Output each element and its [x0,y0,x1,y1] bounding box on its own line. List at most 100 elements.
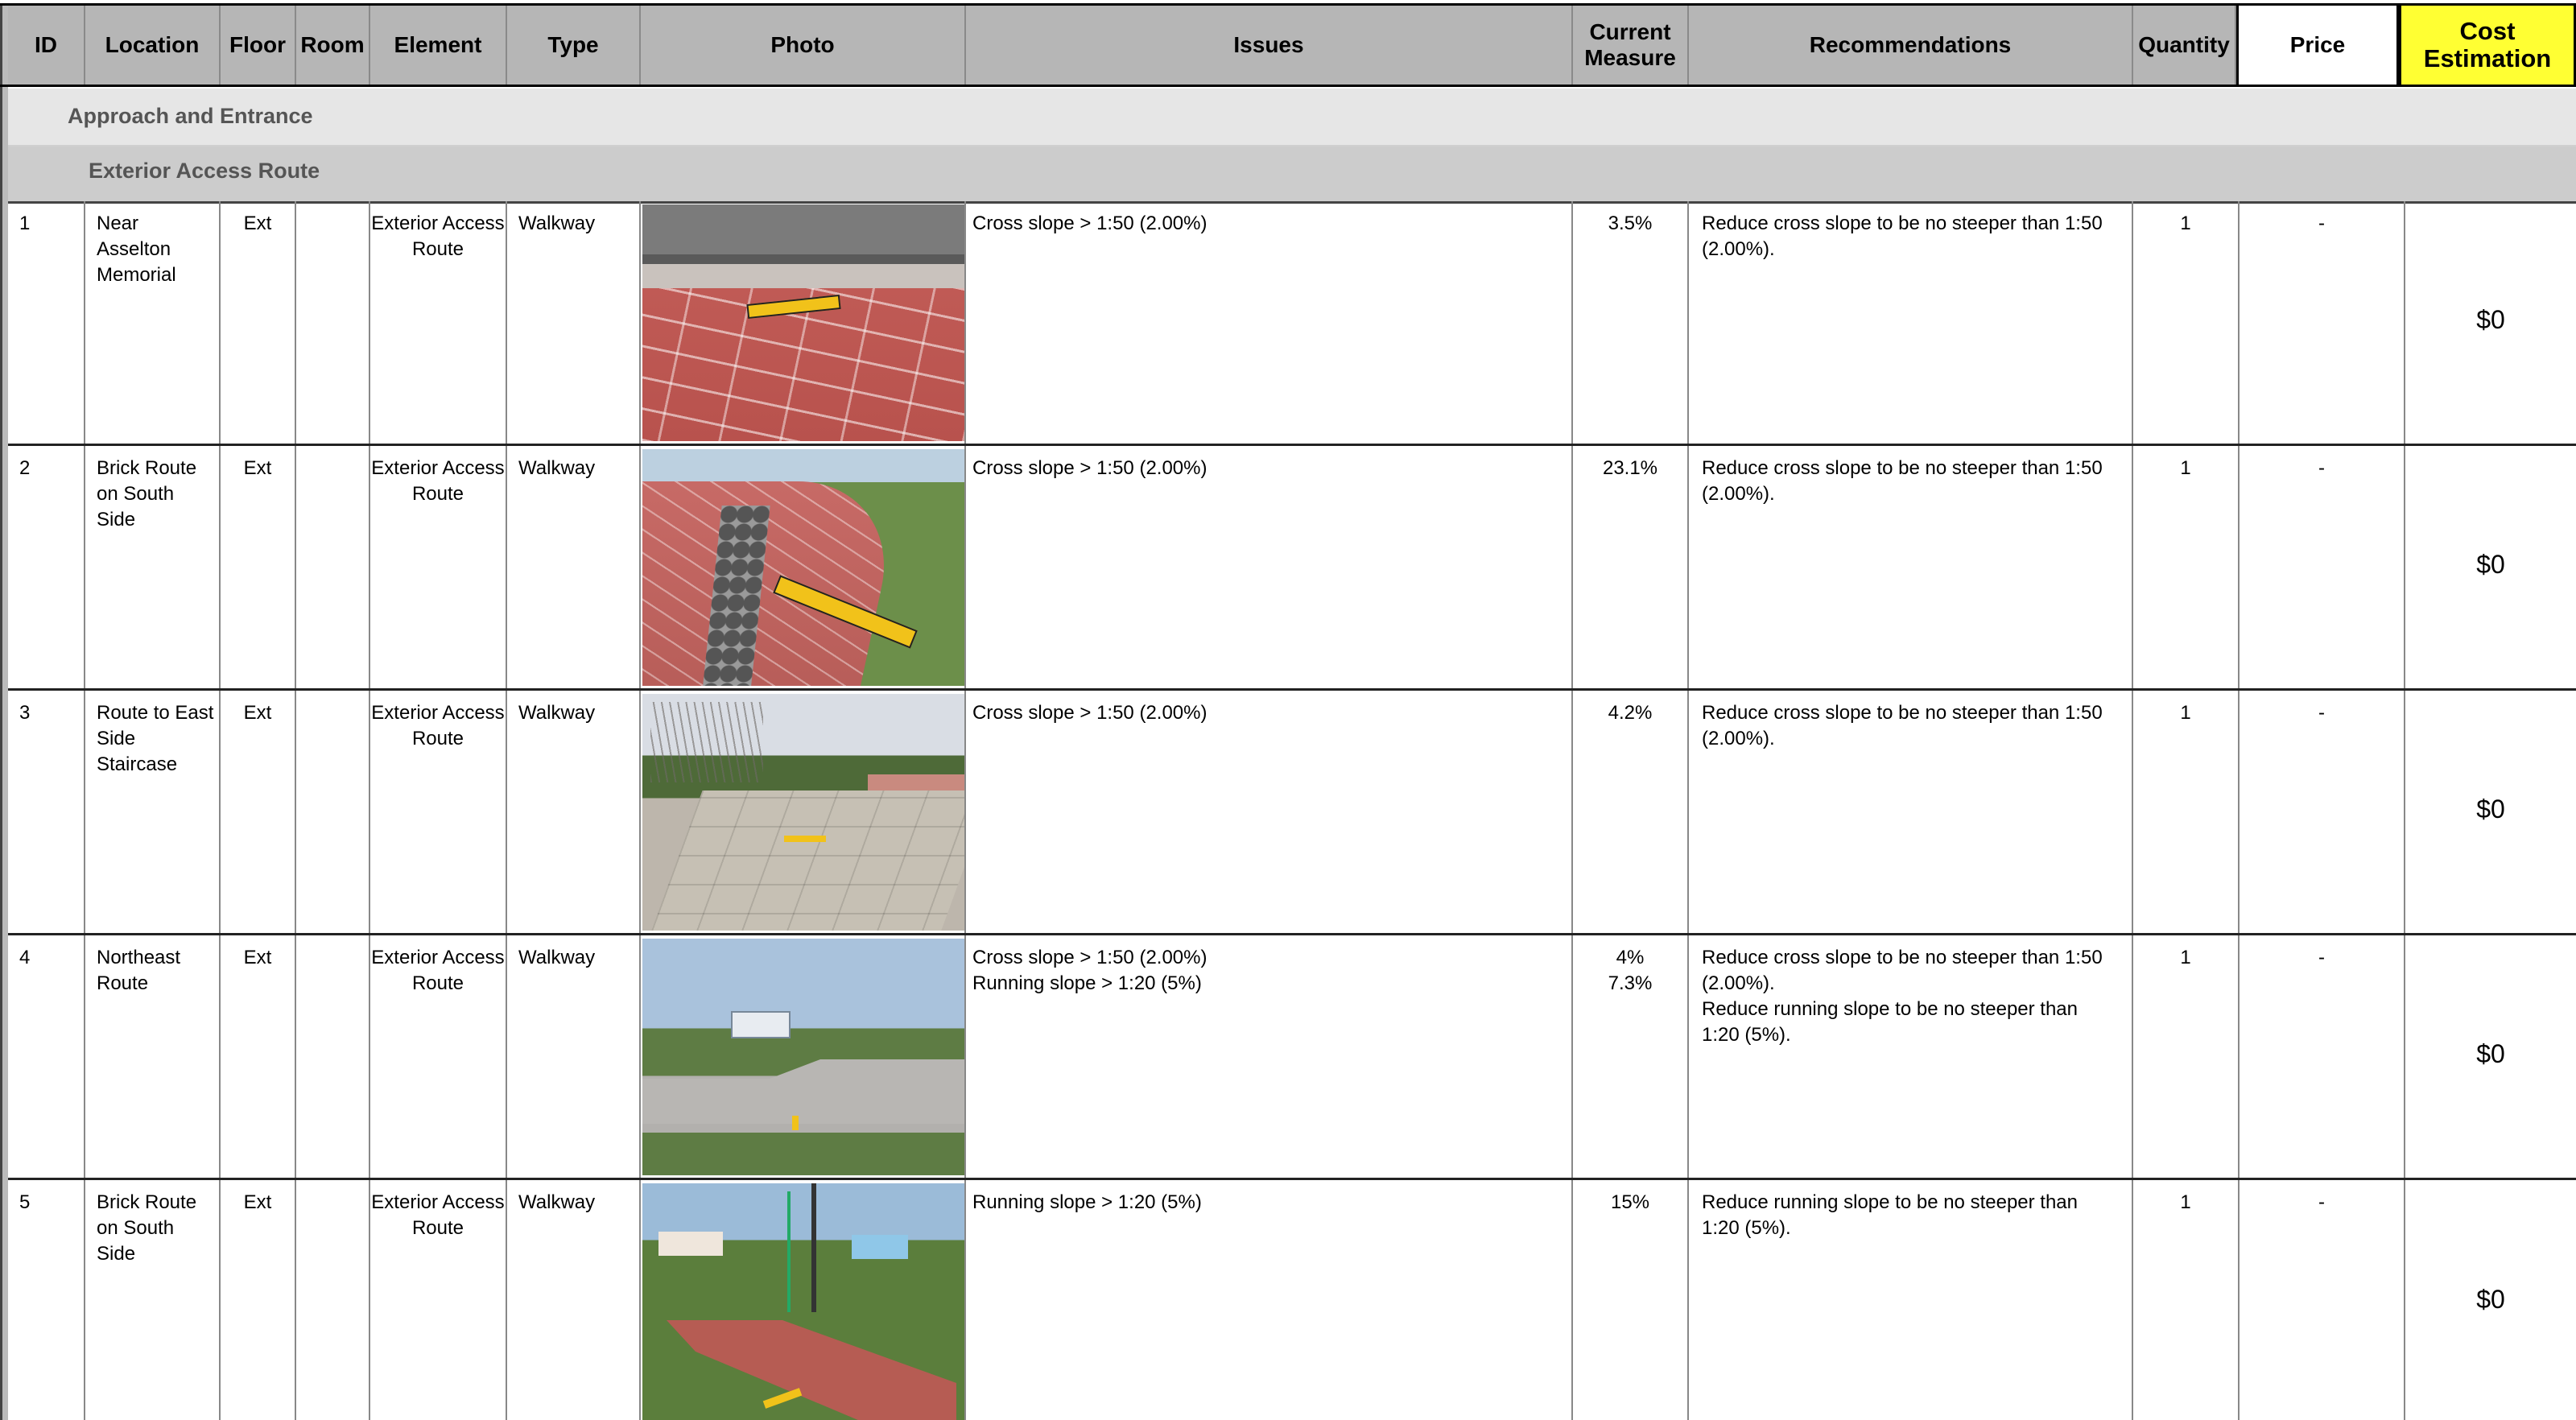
table-row[interactable]: 2 Brick Route on South Side Ext Exterior… [8,446,2576,691]
cell-price[interactable]: - [2240,935,2405,1178]
cell-issues[interactable]: Cross slope > 1:50 (2.00%) [966,201,1573,444]
cell-issues[interactable]: Cross slope > 1:50 (2.00%) Running slope… [966,935,1573,1178]
cell-photo[interactable] [641,691,966,933]
issue-text: Cross slope > 1:50 (2.00%) [972,213,1208,234]
cell-type[interactable]: Walkway [507,935,641,1178]
table-row[interactable]: 1 Near Asselton Memorial Ext Exterior Ac… [8,201,2576,446]
cell-id[interactable]: 2 [8,446,85,688]
cell-recommendations[interactable]: Reduce cross slope to be no steeper than… [1689,201,2133,444]
cell-id[interactable]: 5 [8,1180,85,1420]
cell-type[interactable]: Walkway [507,1180,641,1420]
site-photo[interactable] [642,1183,964,1420]
column-header-price[interactable]: Price [2236,3,2399,87]
table-row[interactable]: 5 Brick Route on South Side Ext Exterior… [8,1180,2576,1420]
column-header-room[interactable]: Room [296,3,370,87]
cell-location[interactable]: Brick Route on South Side [85,446,221,688]
cell-quantity[interactable]: 1 [2133,1180,2240,1420]
site-photo[interactable] [642,204,964,441]
cell-cost-estimation[interactable]: $0 [2405,691,2576,933]
cell-id[interactable]: 1 [8,201,85,444]
cell-issues[interactable]: Cross slope > 1:50 (2.00%) [966,691,1573,933]
cell-price[interactable]: - [2240,1180,2405,1420]
cell-photo[interactable] [641,935,966,1178]
cell-room[interactable] [296,1180,370,1420]
cell-element[interactable]: Exterior Access Route [370,446,507,688]
cell-quantity[interactable]: 1 [2133,691,2240,933]
cell-element[interactable]: Exterior Access Route [370,201,507,444]
cell-location[interactable]: Route to East Side Staircase [85,691,221,933]
column-header-element[interactable]: Element [370,3,507,87]
sheet-left-edge [0,3,8,1420]
column-header-quantity[interactable]: Quantity [2133,3,2236,87]
cell-id[interactable]: 4 [8,935,85,1178]
cell-room[interactable] [296,201,370,444]
cell-recommendations[interactable]: Reduce cross slope to be no steeper than… [1689,935,2133,1178]
table-row[interactable]: 3 Route to East Side Staircase Ext Exter… [8,691,2576,935]
cell-price[interactable]: - [2240,446,2405,688]
cell-floor[interactable]: Ext [221,201,296,444]
column-header-id[interactable]: ID [8,3,85,87]
cell-floor[interactable]: Ext [221,446,296,688]
cell-cost-estimation[interactable]: $0 [2405,1180,2576,1420]
site-photo[interactable] [642,449,964,686]
cell-quantity[interactable]: 1 [2133,201,2240,444]
cell-location[interactable]: Brick Route on South Side [85,1180,221,1420]
cell-current-measure[interactable]: 4.2% [1573,691,1689,933]
cell-cost-estimation[interactable]: $0 [2405,446,2576,688]
column-header-issues[interactable]: Issues [966,3,1573,87]
current-measure-value: 7.3% [1608,972,1653,994]
cell-recommendations[interactable]: Reduce cross slope to be no steeper than… [1689,446,2133,688]
cell-type[interactable]: Walkway [507,691,641,933]
table-row[interactable]: 4 Northeast Route Ext Exterior Access Ro… [8,935,2576,1180]
cell-element[interactable]: Exterior Access Route [370,1180,507,1420]
cell-room[interactable] [296,691,370,933]
cell-price[interactable]: - [2240,691,2405,933]
issue-text: Running slope > 1:20 (5%) [972,1191,1202,1213]
recommendation-text: Reduce running slope to be no steeper th… [1702,998,2079,1046]
column-header-location[interactable]: Location [85,3,221,87]
cell-price[interactable]: - [2240,201,2405,444]
column-header-floor[interactable]: Floor [221,3,296,87]
issue-text: Cross slope > 1:50 (2.00%) [972,947,1208,968]
cell-current-measure[interactable]: 3.5% [1573,201,1689,444]
cell-cost-estimation[interactable]: $0 [2405,201,2576,444]
current-measure-value: 4.2% [1608,702,1653,724]
column-header-current-measure[interactable]: Current Measure [1573,3,1689,87]
cost-value: $0 [2476,304,2505,334]
cell-location[interactable]: Near Asselton Memorial [85,201,221,444]
cell-floor[interactable]: Ext [221,935,296,1178]
cell-issues[interactable]: Running slope > 1:20 (5%) [966,1180,1573,1420]
subsection-row[interactable]: Exterior Access Route [8,147,2576,204]
cell-photo[interactable] [641,1180,966,1420]
column-header-cost-estimation[interactable]: Cost Estimation [2399,3,2576,87]
cell-id[interactable]: 3 [8,691,85,933]
column-header-recommendations[interactable]: Recommendations [1689,3,2133,87]
column-header-type[interactable]: Type [507,3,641,87]
cell-current-measure[interactable]: 4% 7.3% [1573,935,1689,1178]
site-photo[interactable] [642,939,964,1175]
cell-cost-estimation[interactable]: $0 [2405,935,2576,1178]
cell-type[interactable]: Walkway [507,201,641,444]
cell-type[interactable]: Walkway [507,446,641,688]
cell-recommendations[interactable]: Reduce cross slope to be no steeper than… [1689,691,2133,933]
cell-room[interactable] [296,446,370,688]
cell-quantity[interactable]: 1 [2133,446,2240,688]
cell-quantity[interactable]: 1 [2133,935,2240,1178]
cell-floor[interactable]: Ext [221,691,296,933]
photo-green-pole [787,1191,791,1312]
site-photo[interactable] [642,694,964,931]
column-header-photo[interactable]: Photo [641,3,966,87]
cell-location[interactable]: Northeast Route [85,935,221,1178]
photo-level-tool [792,1116,799,1130]
cell-issues[interactable]: Cross slope > 1:50 (2.00%) [966,446,1573,688]
cell-floor[interactable]: Ext [221,1180,296,1420]
cell-current-measure[interactable]: 15% [1573,1180,1689,1420]
cell-recommendations[interactable]: Reduce running slope to be no steeper th… [1689,1180,2133,1420]
cell-photo[interactable] [641,201,966,444]
section-row[interactable]: Approach and Entrance [8,89,2576,147]
cell-photo[interactable] [641,446,966,688]
cell-current-measure[interactable]: 23.1% [1573,446,1689,688]
cell-room[interactable] [296,935,370,1178]
cell-element[interactable]: Exterior Access Route [370,935,507,1178]
cell-element[interactable]: Exterior Access Route [370,691,507,933]
